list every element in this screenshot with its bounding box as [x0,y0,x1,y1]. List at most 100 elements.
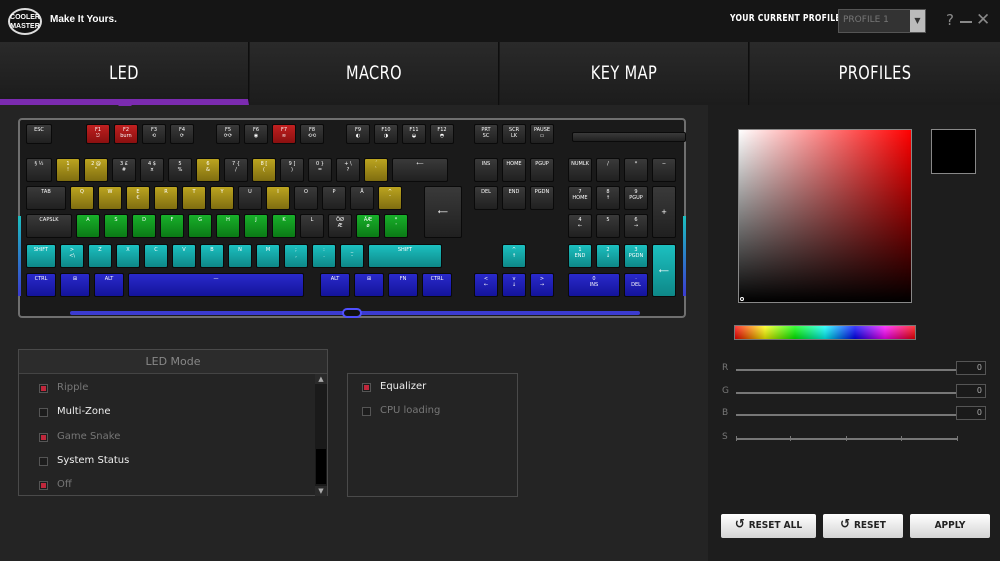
mode-checkbox[interactable] [39,457,48,466]
green-track[interactable] [736,392,958,394]
key[interactable]: 2 ↓ [596,244,620,268]
key[interactable]: 3 £ # [112,158,136,182]
key[interactable]: NUMLK [568,158,592,182]
key[interactable]: G [188,214,212,238]
key[interactable]: X [116,244,140,268]
profile-dropdown[interactable]: PROFILE 1 ▼ [838,9,926,33]
mode-checkbox[interactable] [39,408,48,417]
apply-button[interactable]: APPLY [910,514,990,538]
key[interactable]: 9 PGUP [624,186,648,210]
mode-checkbox[interactable] [39,433,48,442]
key[interactable]: C [144,244,168,268]
key[interactable]: + \ ? [336,158,360,182]
key-numpad-plus[interactable]: + [652,186,676,238]
key[interactable]: I [266,186,290,210]
key[interactable]: _ - [340,244,364,268]
key[interactable]: S [104,214,128,238]
key[interactable]: K [272,214,296,238]
key[interactable]: R [154,186,178,210]
key[interactable]: : . [312,244,336,268]
key[interactable]: PAUSE ▭ [530,124,554,144]
key[interactable]: F2 burn [114,124,138,144]
key-enter[interactable]: ⟵ [424,186,462,238]
key[interactable]: P [322,186,346,210]
key[interactable]: 3 PGDN [624,244,648,268]
key[interactable]: 7 { / [224,158,248,182]
key[interactable]: E € [126,186,150,210]
key[interactable]: F4 ⟳ [170,124,194,144]
mode-scrollbar[interactable]: ▲ ▼ [315,374,327,496]
key[interactable]: § ½ [26,158,52,182]
key[interactable]: INS [474,158,498,182]
tab-macro[interactable]: MACRO [250,42,499,105]
key[interactable]: U [238,186,262,210]
key[interactable]: CAPSLK [26,214,72,238]
effect-checkbox[interactable] [362,383,371,392]
key[interactable]: ⊞ [60,273,90,297]
scroll-up-icon[interactable]: ▲ [315,374,327,384]
key[interactable]: L [300,214,324,238]
key[interactable]: 2 @ " [84,158,108,182]
key[interactable]: PRT SC [474,124,498,144]
help-icon[interactable]: ? [946,11,954,29]
key[interactable]: F1 ⎋ [86,124,110,144]
speed-slider[interactable]: S [722,432,992,446]
key[interactable]: F8 ⟲⟲ [300,124,324,144]
key[interactable]: F [160,214,184,238]
key[interactable]: / [596,158,620,182]
close-icon[interactable]: ✕ [976,11,990,29]
key[interactable]: F5 ⟳⟳ [216,124,240,144]
key[interactable]: Q [70,186,94,210]
media-keys[interactable] [572,132,686,142]
key[interactable]: − [652,158,676,182]
key[interactable]: * ' [384,214,408,238]
key[interactable]: ÄÆ ø [356,214,380,238]
mode-checkbox[interactable] [39,384,48,393]
color-picker-square[interactable] [738,129,912,303]
scrollbar-thumb[interactable] [316,449,326,484]
key[interactable]: F10 ◑ [374,124,398,144]
key[interactable]: 8 [ ( [252,158,276,182]
chevron-down-icon[interactable]: ▼ [910,10,925,32]
key[interactable]: ; , [284,244,308,268]
key[interactable]: ^ ¨ [378,186,402,210]
key[interactable]: 8 ↑ [596,186,620,210]
scroll-down-icon[interactable]: ▼ [315,486,327,496]
key[interactable]: ⟵ [392,158,448,182]
key[interactable]: ESC [26,124,52,144]
key[interactable]: CTRL [26,273,56,297]
key[interactable]: F12 ◓ [430,124,454,144]
tab-led[interactable]: LED [0,42,249,106]
key[interactable]: Y [210,186,234,210]
hue-slider[interactable] [734,325,916,340]
key[interactable]: HOME [502,158,526,182]
key[interactable]: A [76,214,100,238]
key[interactable]: PGDN [530,186,554,210]
tab-key-map[interactable]: KEY MAP [500,42,749,105]
tab-profiles[interactable]: PROFILES [750,42,1000,105]
key[interactable]: PGUP [530,158,554,182]
key-numpad-enter[interactable]: ⟵ [652,244,676,297]
key[interactable]: 9 ] ) [280,158,304,182]
key[interactable]: J [244,214,268,238]
key[interactable]: H [216,214,240,238]
key[interactable]: V [172,244,196,268]
green-slider[interactable]: G 0 [722,384,992,400]
key[interactable]: 0 INS [568,273,620,297]
key[interactable]: F11 ◒ [402,124,426,144]
key[interactable]: F3 ⟲ [142,124,166,144]
key[interactable]: — [128,273,304,297]
blue-value-input[interactable]: 0 [956,406,986,420]
key[interactable]: 7 HOME [568,186,592,210]
key[interactable]: ALT [320,273,350,297]
key[interactable]: SHIFT [26,244,56,268]
reset-button[interactable]: ↺ RESET [823,514,903,538]
key[interactable]: 1 ! [56,158,80,182]
key[interactable]: TAB [26,186,66,210]
key[interactable]: SCR LK [502,124,526,144]
key[interactable]: B [200,244,224,268]
key[interactable]: 5 [596,214,620,238]
key[interactable]: v ↓ [502,273,526,297]
key[interactable]: ^ ↑ [502,244,526,268]
key[interactable]: CTRL [422,273,452,297]
